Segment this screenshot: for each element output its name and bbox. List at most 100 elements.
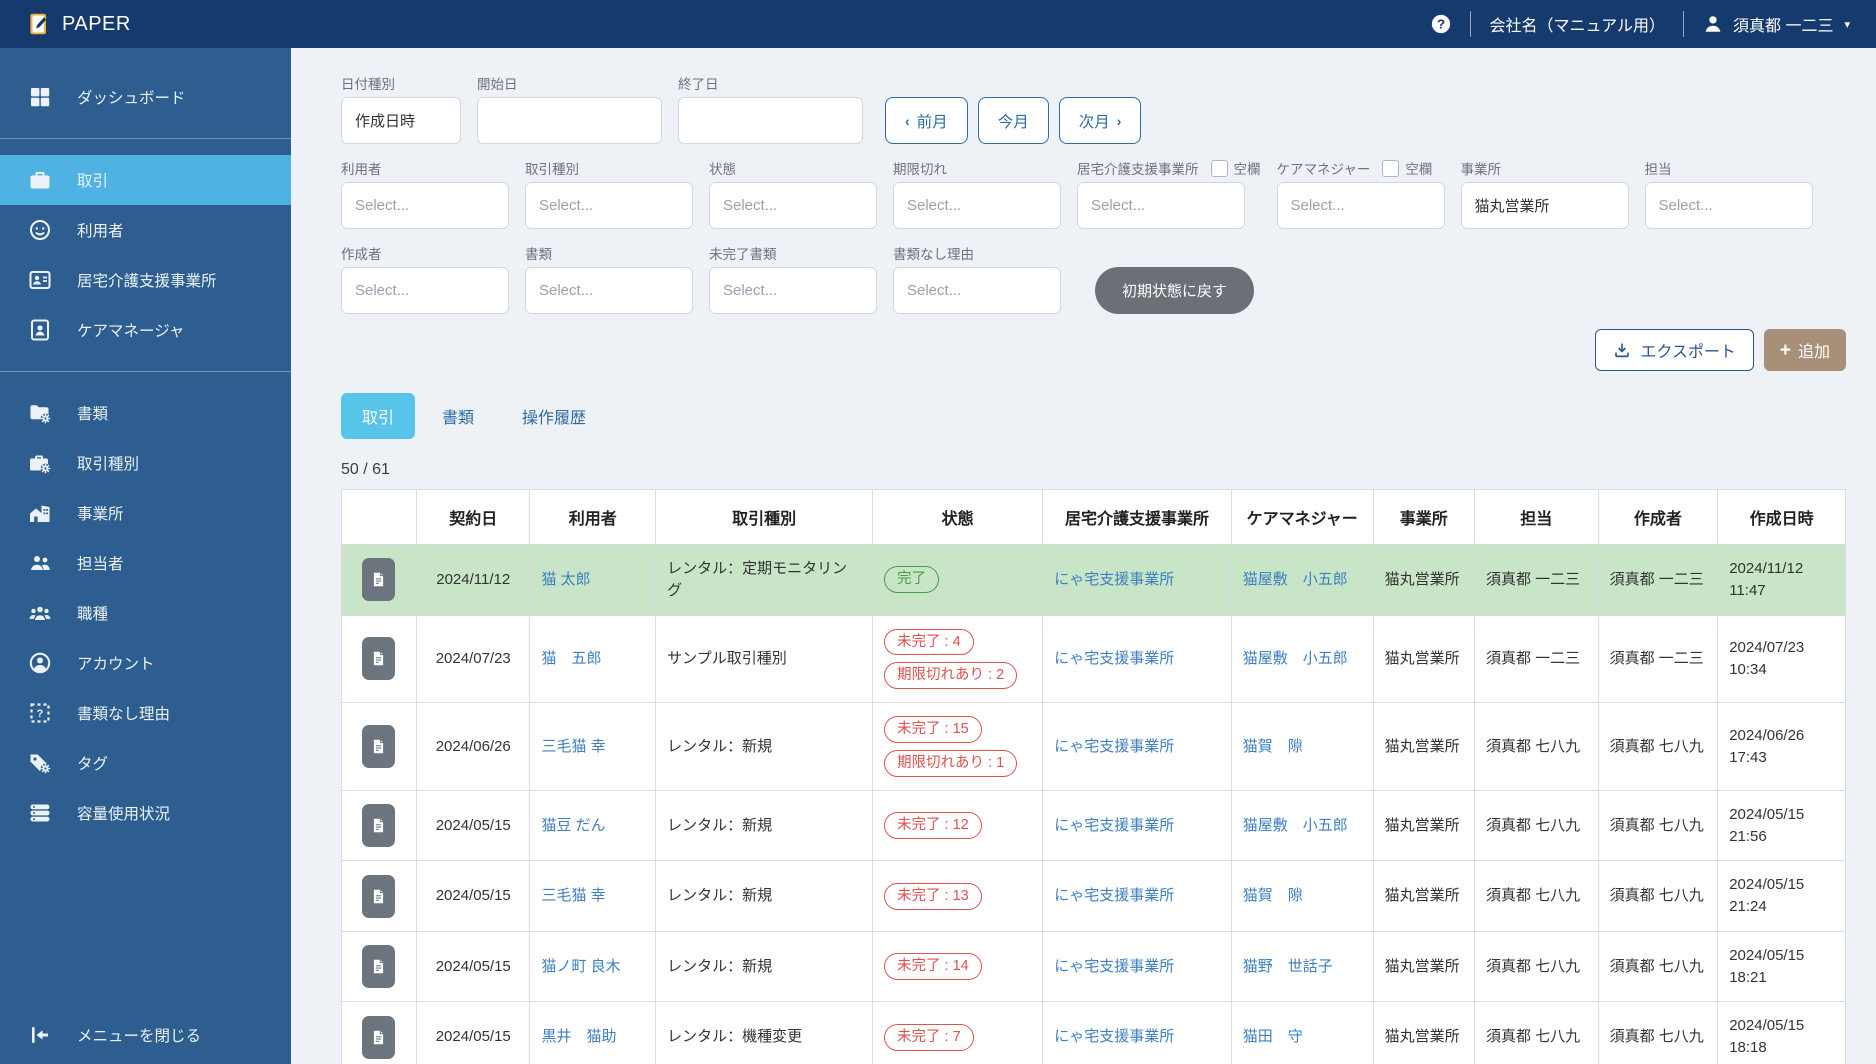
filter-select[interactable]: Select... [709,182,877,229]
filter-field: 利用者 Select... [341,159,509,229]
sidebar-item[interactable]: 取引 [0,155,291,205]
filter-field: 状態 Select... [709,159,877,229]
filter-select[interactable]: Select... [525,267,693,314]
filter-field: 事業所 猫丸営業所 [1460,159,1629,229]
care-manager-link[interactable]: 猫屋敷 小五郎 [1243,817,1348,834]
filter-label-text: 期限切れ [893,162,947,177]
care-manager-cell: 猫屋敷 小五郎 [1230,789,1374,862]
user-link[interactable]: 猫 五郎 [541,650,601,667]
document-button[interactable] [362,945,396,989]
status-pills: 未完了 : 13 [884,882,1031,910]
document-button[interactable] [362,725,396,769]
care-manager-link[interactable]: 猫屋敷 小五郎 [1243,571,1348,588]
support-office-link[interactable]: にゃ宅支援事業所 [1054,571,1174,588]
document-button[interactable] [362,804,396,848]
export-label: エクスポート [1640,344,1736,361]
user-link[interactable]: 猫 太郎 [541,571,590,588]
sidebar-item[interactable]: ダッシュボード [0,72,291,122]
add-button[interactable]: + 追加 [1763,329,1846,371]
document-button[interactable] [362,558,396,602]
tab-transactions[interactable]: 取引 [341,393,416,439]
end-date-input[interactable] [678,97,863,144]
care-manager-link[interactable]: 猫野 世話子 [1243,958,1333,975]
reset-filters-button[interactable]: 初期状態に戻す [1095,267,1255,314]
filter-select[interactable]: 猫丸営業所 [1460,182,1629,229]
sidebar-item-label: 居宅介護支援事業所 [77,273,217,290]
care-manager-link[interactable]: 猫賀 隙 [1243,887,1303,904]
this-month-button[interactable]: 今月 [977,97,1049,144]
support-office-link[interactable]: にゃ宅支援事業所 [1054,887,1174,904]
user-link[interactable]: 三毛猫 幸 [541,887,605,904]
filter-field: 期限切れ Select... [893,159,1061,229]
start-date-input[interactable] [477,97,662,144]
filter-select[interactable]: Select... [893,182,1061,229]
sidebar-item[interactable]: アカウント [0,638,291,688]
filter-select[interactable]: Select... [341,182,509,229]
id-card-icon [28,268,52,292]
transaction-type-cell: レンタル：新規 [655,702,874,791]
filter-select[interactable]: Select... [1077,182,1245,229]
staff-cell: 須真都 一二三 [1473,614,1599,704]
filter-select[interactable]: Select... [525,182,693,229]
document-cell [341,702,417,791]
sidebar-item[interactable]: 利用者 [0,205,291,255]
topbar-divider [1470,11,1472,37]
tab-documents[interactable]: 書類 [421,393,495,439]
filter-select-value: Select... [355,282,410,299]
document-cell [341,544,417,616]
document-button[interactable] [362,1015,396,1059]
office-cell: 猫丸営業所 [1372,614,1475,704]
brand[interactable]: PAPER [26,11,131,37]
date-type-select[interactable]: 作成日時 [341,97,461,144]
user-link[interactable]: 猫ノ町 良木 [541,958,620,975]
blank-checkbox[interactable] [1210,159,1228,177]
filter-select[interactable]: Select... [893,267,1061,314]
care-manager-cell: 猫賀 隙 [1230,702,1374,791]
sidebar-item[interactable]: 担当者 [0,538,291,588]
support-office-link[interactable]: にゃ宅支援事業所 [1054,958,1174,975]
filter-select[interactable]: Select... [1276,182,1445,229]
filter-label: 担当 [1645,159,1813,177]
user-link[interactable]: 黒井 猫助 [541,1028,616,1045]
blank-checkbox[interactable] [1382,159,1400,177]
prev-month-button[interactable]: ‹ 前月 [885,97,968,144]
care-manager-link[interactable]: 猫賀 隙 [1243,738,1303,755]
sidebar-item[interactable]: 容量使用状況 [0,788,291,838]
support-office-link[interactable]: にゃ宅支援事業所 [1054,738,1174,755]
created-at-cell: 2024/06/26 17:43 [1717,702,1846,791]
user-link[interactable]: 三毛猫 幸 [541,738,605,755]
created-at-cell: 2024/07/23 10:34 [1717,614,1846,704]
sidebar-item[interactable]: ケアマネージャ [0,305,291,355]
support-office-link[interactable]: にゃ宅支援事業所 [1054,650,1174,667]
filter-select[interactable]: Select... [1644,182,1813,229]
user-menu[interactable]: 須真都 一二三 ▾ [1702,12,1850,36]
sidebar-item[interactable]: 書類 [0,388,291,438]
export-button[interactable]: エクスポート [1595,329,1754,371]
document-cell [341,930,417,1003]
sidebar-item[interactable]: ? 書類なし理由 [0,688,291,738]
status-pill: 未完了 : 15 [884,716,982,744]
sidebar-item[interactable]: 職種 [0,588,291,638]
document-button[interactable] [362,637,396,681]
filter-select[interactable]: Select... [709,267,877,314]
user-link[interactable]: 猫豆 だん [541,817,605,834]
help-icon[interactable]: ? [1430,13,1452,35]
user-cell: 三毛猫 幸 [529,702,657,791]
care-manager-link[interactable]: 猫田 守 [1243,1028,1303,1045]
tab-history[interactable]: 操作履歴 [501,393,607,439]
filter-row-main: 利用者 Select... 取引種別 Select... 状態 Select... 期限切れ… [341,159,1846,229]
care-manager-link[interactable]: 猫屋敷 小五郎 [1243,650,1348,667]
close-menu-button[interactable]: メニューを閉じる [0,1010,291,1060]
document-button[interactable] [362,874,396,918]
transaction-type-cell: レンタル：定期モニタリング [655,544,874,616]
support-office-link[interactable]: にゃ宅支援事業所 [1054,817,1174,834]
filter-select[interactable]: Select... [341,267,509,314]
sidebar-item[interactable]: 取引種別 [0,438,291,488]
support-office-link[interactable]: にゃ宅支援事業所 [1054,1028,1174,1045]
sidebar-item[interactable]: タグ [0,738,291,788]
next-month-button[interactable]: 次月 › [1058,97,1142,144]
sidebar-item[interactable]: 事業所 [0,488,291,538]
office-cell: 猫丸営業所 [1372,702,1475,791]
created-at-cell: 2024/05/15 18:21 [1717,930,1846,1003]
sidebar-item[interactable]: 居宅介護支援事業所 [0,255,291,305]
